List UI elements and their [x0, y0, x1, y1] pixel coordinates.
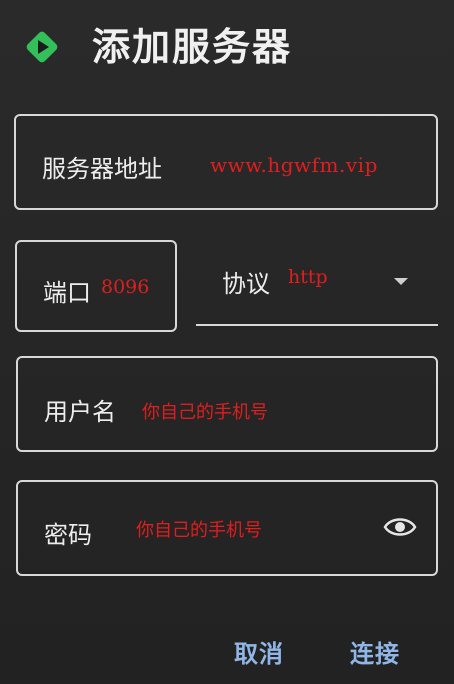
password-value: 你自己的手机号 — [136, 520, 262, 541]
dialog-header: 添加服务器 — [22, 18, 292, 76]
play-diamond-icon — [22, 27, 62, 67]
server-address-label: 服务器地址 — [42, 155, 162, 183]
connect-button[interactable]: 连接 — [350, 634, 400, 669]
add-server-dialog: 添加服务器 服务器地址 www.hgwfm.vip 端口 8096 协议 htt… — [0, 0, 454, 684]
username-field[interactable]: 用户名 你自己的手机号 — [16, 356, 438, 452]
server-address-value: www.hgwfm.vip — [210, 153, 378, 177]
chevron-down-icon[interactable] — [394, 278, 408, 285]
eye-icon[interactable] — [382, 512, 418, 542]
cancel-button[interactable]: 取消 — [234, 634, 284, 669]
password-label: 密码 — [44, 521, 92, 549]
protocol-select[interactable]: 协议 http — [196, 240, 438, 326]
port-field[interactable]: 端口 8096 — [15, 240, 177, 332]
username-value: 你自己的手机号 — [142, 402, 268, 423]
protocol-value: http — [288, 266, 328, 288]
server-address-field[interactable]: 服务器地址 www.hgwfm.vip — [14, 114, 438, 210]
dialog-title: 添加服务器 — [92, 25, 293, 69]
port-value: 8096 — [101, 276, 150, 298]
port-label: 端口 — [43, 279, 91, 307]
username-label: 用户名 — [44, 398, 116, 426]
protocol-label: 协议 — [222, 270, 270, 298]
password-field[interactable]: 密码 你自己的手机号 — [16, 480, 438, 576]
